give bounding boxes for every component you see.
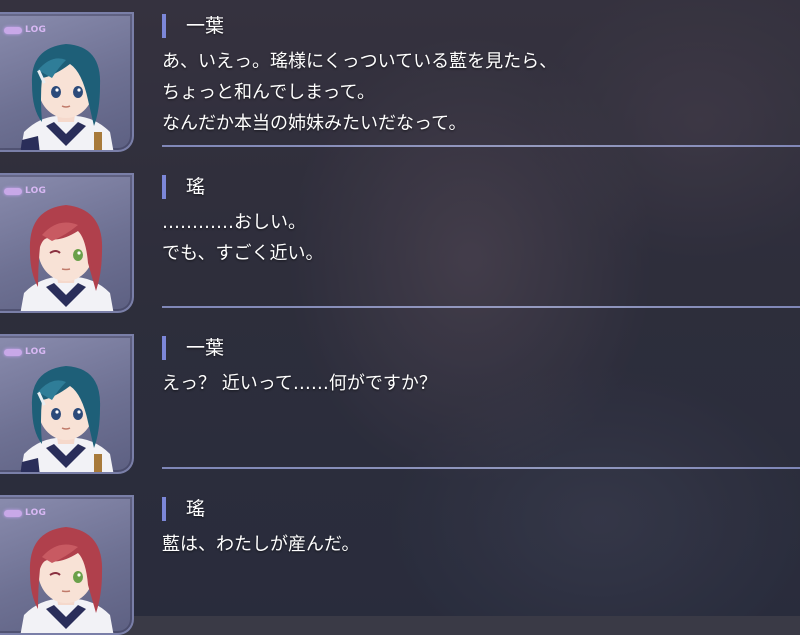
log-tag-label: LOG: [25, 186, 47, 196]
log-tag[interactable]: LOG: [4, 24, 46, 36]
dialogue-text: 藍は、わたしが産んだ。: [162, 529, 359, 560]
dialogue-line: でも、すごく近い。: [162, 243, 324, 264]
entry-divider: [162, 145, 800, 147]
entry-divider: [162, 306, 800, 308]
dialogue-line: …………おしい。: [162, 212, 306, 233]
speaker-accent-bar: [162, 336, 166, 360]
voice-replay-icon[interactable]: [4, 26, 22, 34]
dialogue-line: 藍は、わたしが産んだ。: [162, 534, 360, 555]
log-tag-label: LOG: [25, 508, 47, 518]
log-tag-label: LOG: [25, 347, 47, 357]
dialogue-text: …………おしい。 でも、すごく近い。: [162, 207, 323, 269]
backlog-list[interactable]: LOG 一葉 あ、いえっ。瑤様にくっついている藍を見たら、 ちょっと和んでしまっ…: [0, 0, 800, 635]
dialogue-line: あ、いえっ。瑤様にくっついている藍を見たら、: [162, 51, 558, 72]
log-tag[interactable]: LOG: [4, 185, 46, 197]
speaker-accent-bar: [162, 175, 166, 199]
log-entry: LOG 一葉 えっ？ 近いって……何がですか？: [0, 322, 800, 483]
log-entry: LOG 瑤 …………おしい。 でも、すごく近い。: [0, 161, 800, 322]
character-portrait: LOG: [0, 12, 134, 152]
voice-replay-icon[interactable]: [4, 348, 22, 356]
dialogue-line: なんだか本当の姉妹みたいだなって。: [162, 113, 467, 134]
log-tag[interactable]: LOG: [4, 507, 46, 519]
log-tag-label: LOG: [25, 25, 47, 35]
dialogue-line: えっ？ 近いって……何がですか？: [162, 373, 437, 394]
log-entry: LOG 一葉 あ、いえっ。瑤様にくっついている藍を見たら、 ちょっと和んでしまっ…: [0, 0, 800, 161]
log-tag[interactable]: LOG: [4, 346, 46, 358]
speaker-name: 一葉: [186, 337, 225, 359]
voice-replay-icon[interactable]: [4, 187, 22, 195]
dialogue-text: えっ？ 近いって……何がですか？: [162, 368, 437, 399]
log-entry: LOG 瑤 藍は、わたしが産んだ。: [0, 483, 800, 635]
speaker-accent-bar: [162, 497, 166, 521]
character-portrait: LOG: [0, 495, 134, 635]
voice-replay-icon[interactable]: [4, 509, 22, 517]
speaker-name: 一葉: [186, 15, 225, 37]
speaker-accent-bar: [162, 14, 166, 38]
dialogue-line: ちょっと和んでしまって。: [162, 82, 375, 103]
dialogue-text: あ、いえっ。瑤様にくっついている藍を見たら、 ちょっと和んでしまって。 なんだか…: [162, 46, 557, 139]
speaker-name: 瑤: [186, 176, 206, 198]
speaker-name: 瑤: [186, 498, 206, 520]
character-portrait: LOG: [0, 173, 134, 313]
entry-divider: [162, 467, 800, 469]
character-portrait: LOG: [0, 334, 134, 474]
